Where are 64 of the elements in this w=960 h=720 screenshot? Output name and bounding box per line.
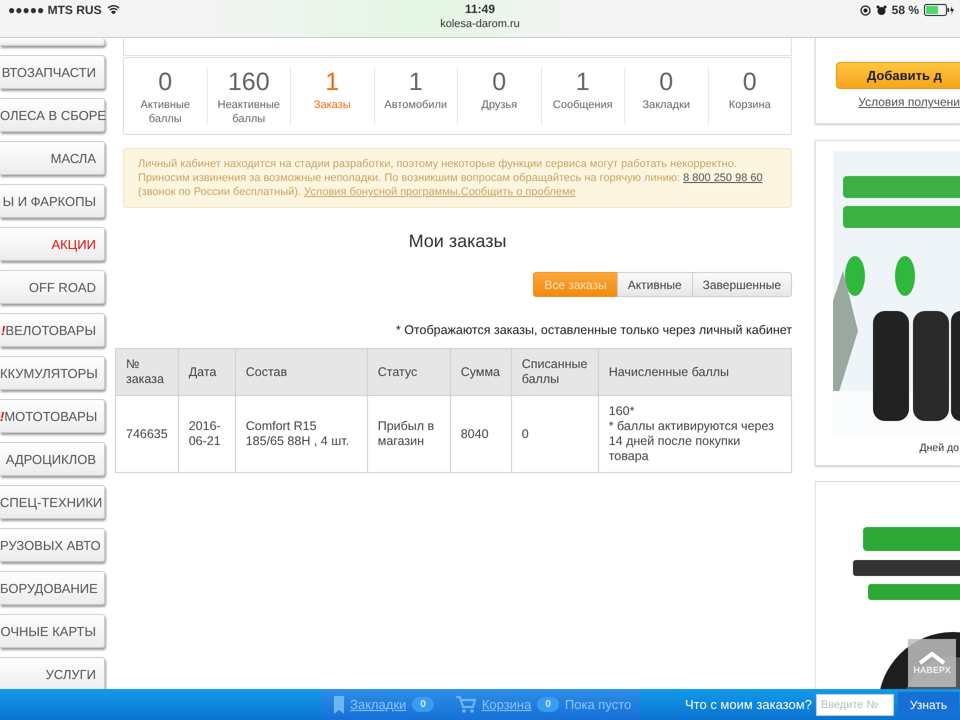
stat-tab[interactable]: 0 Друзья (457, 68, 540, 124)
clock-text: 11:49 (464, 2, 496, 16)
table-cell: 0 (511, 396, 598, 472)
new-mark: ! (0, 408, 4, 424)
page-title: Мои заказы (408, 230, 508, 252)
table-cell: 160* * баллы активируются через 14 дней после покупки товара (598, 396, 792, 472)
phone-link[interactable]: 8 800 250 98 60 (683, 172, 763, 184)
count-badge: 0 (537, 697, 559, 712)
battery-text: 58 % (892, 3, 919, 17)
banner-caption: Дней до (920, 442, 960, 454)
table-cell: Comfort R15 185/65 88H , 4 шт. (235, 396, 368, 472)
menu-button[interactable]: OFF ROAD (0, 270, 105, 304)
menu-button[interactable]: АДРОЦИКЛОВ (0, 442, 105, 476)
stat-tab[interactable]: 0 Корзина (708, 68, 791, 124)
table-cell: 2016-06-21 (178, 396, 236, 472)
bookmark-icon (334, 696, 344, 714)
column-header: Состав (235, 348, 368, 396)
menu-button[interactable]: !МОТОТОВАРЫ (0, 399, 105, 433)
wifi-icon (106, 4, 120, 14)
menu-button[interactable]: СПЕЦ-ТЕХНИКИ (0, 485, 105, 519)
order-number-field[interactable]: Введите № (816, 694, 894, 716)
cart-status-text: Пока пусто (564, 697, 632, 712)
menu-button[interactable]: !ВЕЛОТОВАРЫ (0, 313, 105, 347)
menu-button[interactable] (0, 38, 105, 46)
order-question-text: Что с моим заказом? (685, 697, 812, 712)
menu-button[interactable]: УСЛУГИ (0, 657, 105, 691)
add-button[interactable]: Добавить д (836, 62, 960, 89)
chevron-up-icon (918, 651, 946, 665)
menu-button[interactable]: ОЧНЫЕ КАРТЫ (0, 614, 105, 648)
lock-rotation-icon (860, 4, 871, 16)
footnote-text: * Отображаются заказы, оставленные только через личный кабинет (394, 323, 792, 337)
stat-tab[interactable]: 1 Сообщения (540, 68, 624, 124)
menu-button[interactable]: РУЗОВЫХ АВТО (0, 528, 105, 562)
count-badge: 0 (412, 697, 434, 712)
menu-button[interactable]: ОЛЕСА В СБОРЕ (0, 98, 105, 132)
column-header: Сумма (450, 348, 512, 396)
battery-icon (924, 4, 954, 16)
new-mark: ! (1, 322, 6, 338)
table-cell: 8040 (450, 396, 512, 472)
cart-icon (456, 696, 476, 713)
notice-text: Личный кабинет находится на стадии разработки, поэтому некоторые функции сервиса могут работать некорректно. Приносим извинения за возможные неполадки. По возникшим вопросам обращайтесь на горячую линию: 8 800 250 98 60 (звонок по России бесплатный). Условия бонусной программы.Сообщить о проблеме (138, 157, 764, 199)
menu-button[interactable]: БОРУДОВАНИЕ (0, 571, 105, 605)
column-header: Списанные баллы (511, 348, 598, 396)
conditions-link[interactable]: Условия получени (858, 95, 960, 109)
carrier-text: ●●●●● MTS RUS (8, 3, 102, 17)
stat-tab[interactable]: 160 Неактивные баллы (206, 68, 290, 124)
column-header: Дата (178, 348, 236, 396)
stat-tab[interactable]: 1 Автомобили (374, 68, 457, 124)
check-button[interactable]: Узнать (898, 692, 960, 718)
table-cell: 746635 (116, 396, 178, 472)
menu-button[interactable]: ВТОЗАПЧАСТИ (0, 55, 105, 89)
column-header: Статус (367, 348, 450, 396)
filter-tab[interactable]: Активные (616, 272, 693, 297)
url-text: kolesa-darom.ru (440, 18, 520, 30)
column-header: № заказа (116, 348, 178, 396)
column-header: Начисленные баллы (598, 348, 792, 396)
table-cell: Прибыл в магазин (367, 396, 450, 472)
menu-button[interactable]: МАСЛА (0, 141, 105, 175)
menu-button[interactable]: ККУМУЛЯТОРЫ (0, 356, 105, 390)
stat-tab[interactable]: 0 Закладки (624, 68, 708, 124)
stat-tab[interactable]: 0 Активные баллы (124, 68, 206, 124)
filter-tab[interactable]: Завершенные (692, 272, 792, 297)
menu-button[interactable]: АКЦИИ (0, 227, 105, 261)
menu-button[interactable]: Ы И ФАРКОПЫ (0, 184, 105, 218)
